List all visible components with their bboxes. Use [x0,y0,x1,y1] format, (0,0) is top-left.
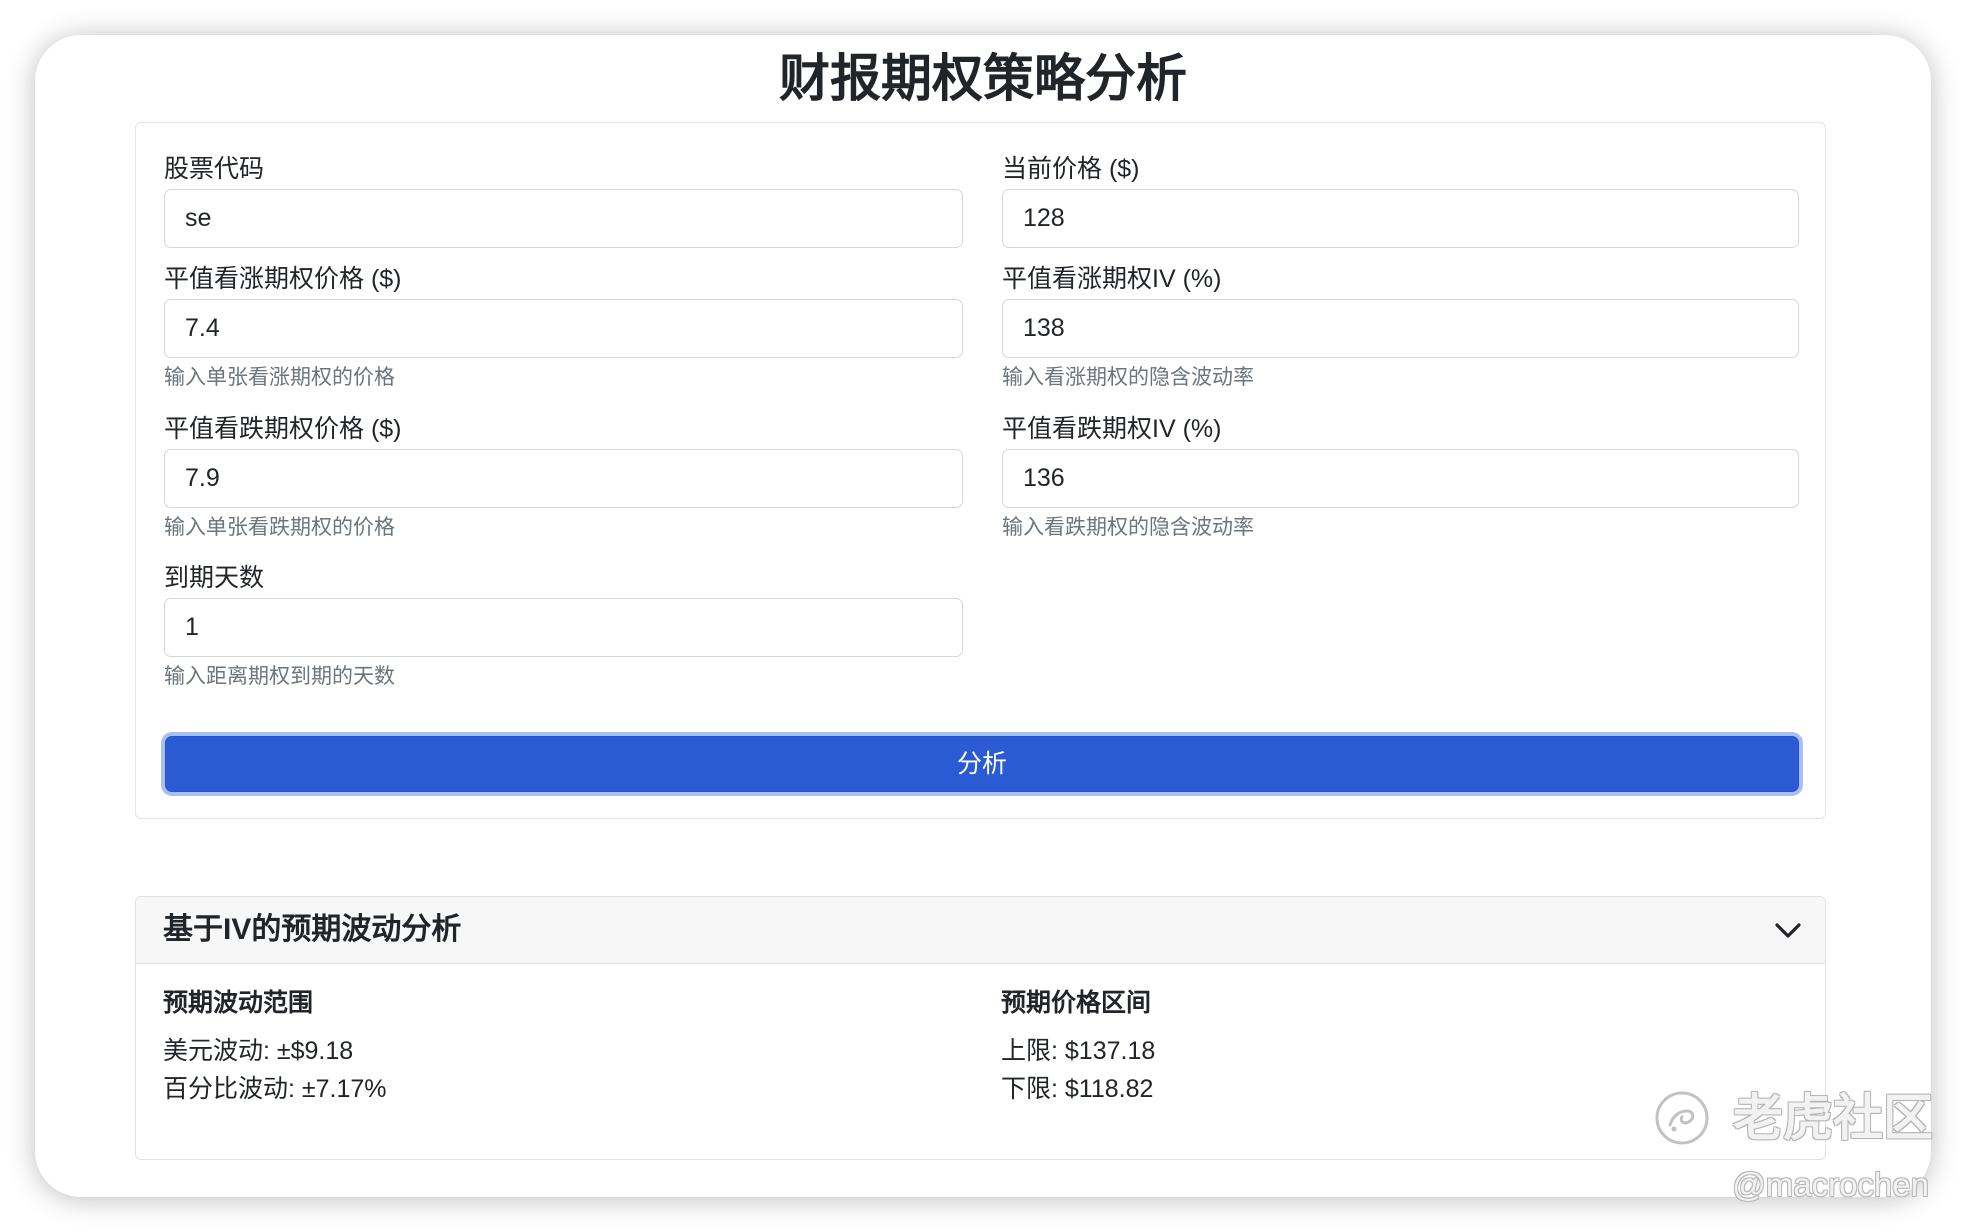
price-range-section: 预期价格区间 上限: $137.18 下限: $118.82 [1001,988,1155,1108]
call-price-input[interactable] [164,299,963,358]
call-price-field-group: 平值看涨期权价格 ($) 输入单张看涨期权的价格 [164,264,963,391]
iv-analysis-accordion: 基于IV的预期波动分析 预期波动范围 美元波动: ±$9.18 百分比波动: ±… [135,896,1826,1160]
ticker-input[interactable] [164,189,963,248]
current-price-field-group: 当前价格 ($) [1002,154,1799,248]
days-to-expiry-help: 输入距离期权到期的天数 [164,665,395,688]
put-price-field-group: 平值看跌期权价格 ($) 输入单张看跌期权的价格 [164,414,963,541]
accordion-header[interactable]: 基于IV的预期波动分析 [136,897,1825,964]
put-price-input[interactable] [164,449,963,508]
put-iv-label: 平值看跌期权IV (%) [1002,415,1222,443]
put-iv-help: 输入看跌期权的隐含波动率 [1002,516,1254,539]
watermark-brand-text: 老虎社区 [1733,1090,1933,1146]
app-window: 财报期权策略分析 股票代码 当前价格 ($) 平值看涨期权价格 ($) 输入单张… [35,35,1931,1197]
tiger-logo-icon [1655,1091,1709,1145]
days-to-expiry-input[interactable] [164,598,963,657]
analyze-button[interactable]: 分析 [165,736,1799,792]
call-price-label: 平值看涨期权价格 ($) [164,265,402,293]
current-price-label: 当前价格 ($) [1002,155,1140,183]
expected-move-heading: 预期波动范围 [163,989,314,1017]
watermark-handle: @macrochen [1732,1166,1929,1203]
price-range-heading: 预期价格区间 [1001,989,1152,1017]
page-title: 财报期权策略分析 [778,50,1187,107]
call-iv-label: 平值看涨期权IV (%) [1002,265,1222,293]
lower-bound-value: 下限: $118.82 [1001,1075,1154,1103]
days-to-expiry-label: 到期天数 [164,564,265,592]
expected-move-section: 预期波动范围 美元波动: ±$9.18 百分比波动: ±7.17% [163,988,387,1108]
upper-bound-value: 上限: $137.18 [1001,1037,1156,1065]
strategy-form: 股票代码 当前价格 ($) 平值看涨期权价格 ($) 输入单张看涨期权的价格 平… [135,122,1826,819]
days-to-expiry-field-group: 到期天数 输入距离期权到期的天数 [164,563,963,690]
call-price-help: 输入单张看涨期权的价格 [164,366,395,389]
call-iv-help: 输入看涨期权的隐含波动率 [1002,366,1254,389]
watermark-brand: 老虎社区 [1653,1088,1933,1148]
percent-move-value: 百分比波动: ±7.17% [163,1075,387,1103]
current-price-input[interactable] [1002,189,1799,248]
ticker-field-group: 股票代码 [164,154,963,248]
put-iv-field-group: 平值看跌期权IV (%) 输入看跌期权的隐含波动率 [1002,414,1799,541]
put-price-help: 输入单张看跌期权的价格 [164,516,395,539]
put-iv-input[interactable] [1002,449,1799,508]
ticker-label: 股票代码 [164,155,265,183]
accordion-title: 基于IV的预期波动分析 [163,913,462,946]
chevron-down-icon[interactable] [1774,922,1802,939]
dollar-move-value: 美元波动: ±$9.18 [163,1037,354,1065]
call-iv-field-group: 平值看涨期权IV (%) 输入看涨期权的隐含波动率 [1002,264,1799,391]
put-price-label: 平值看跌期权价格 ($) [164,415,402,443]
call-iv-input[interactable] [1002,299,1799,358]
